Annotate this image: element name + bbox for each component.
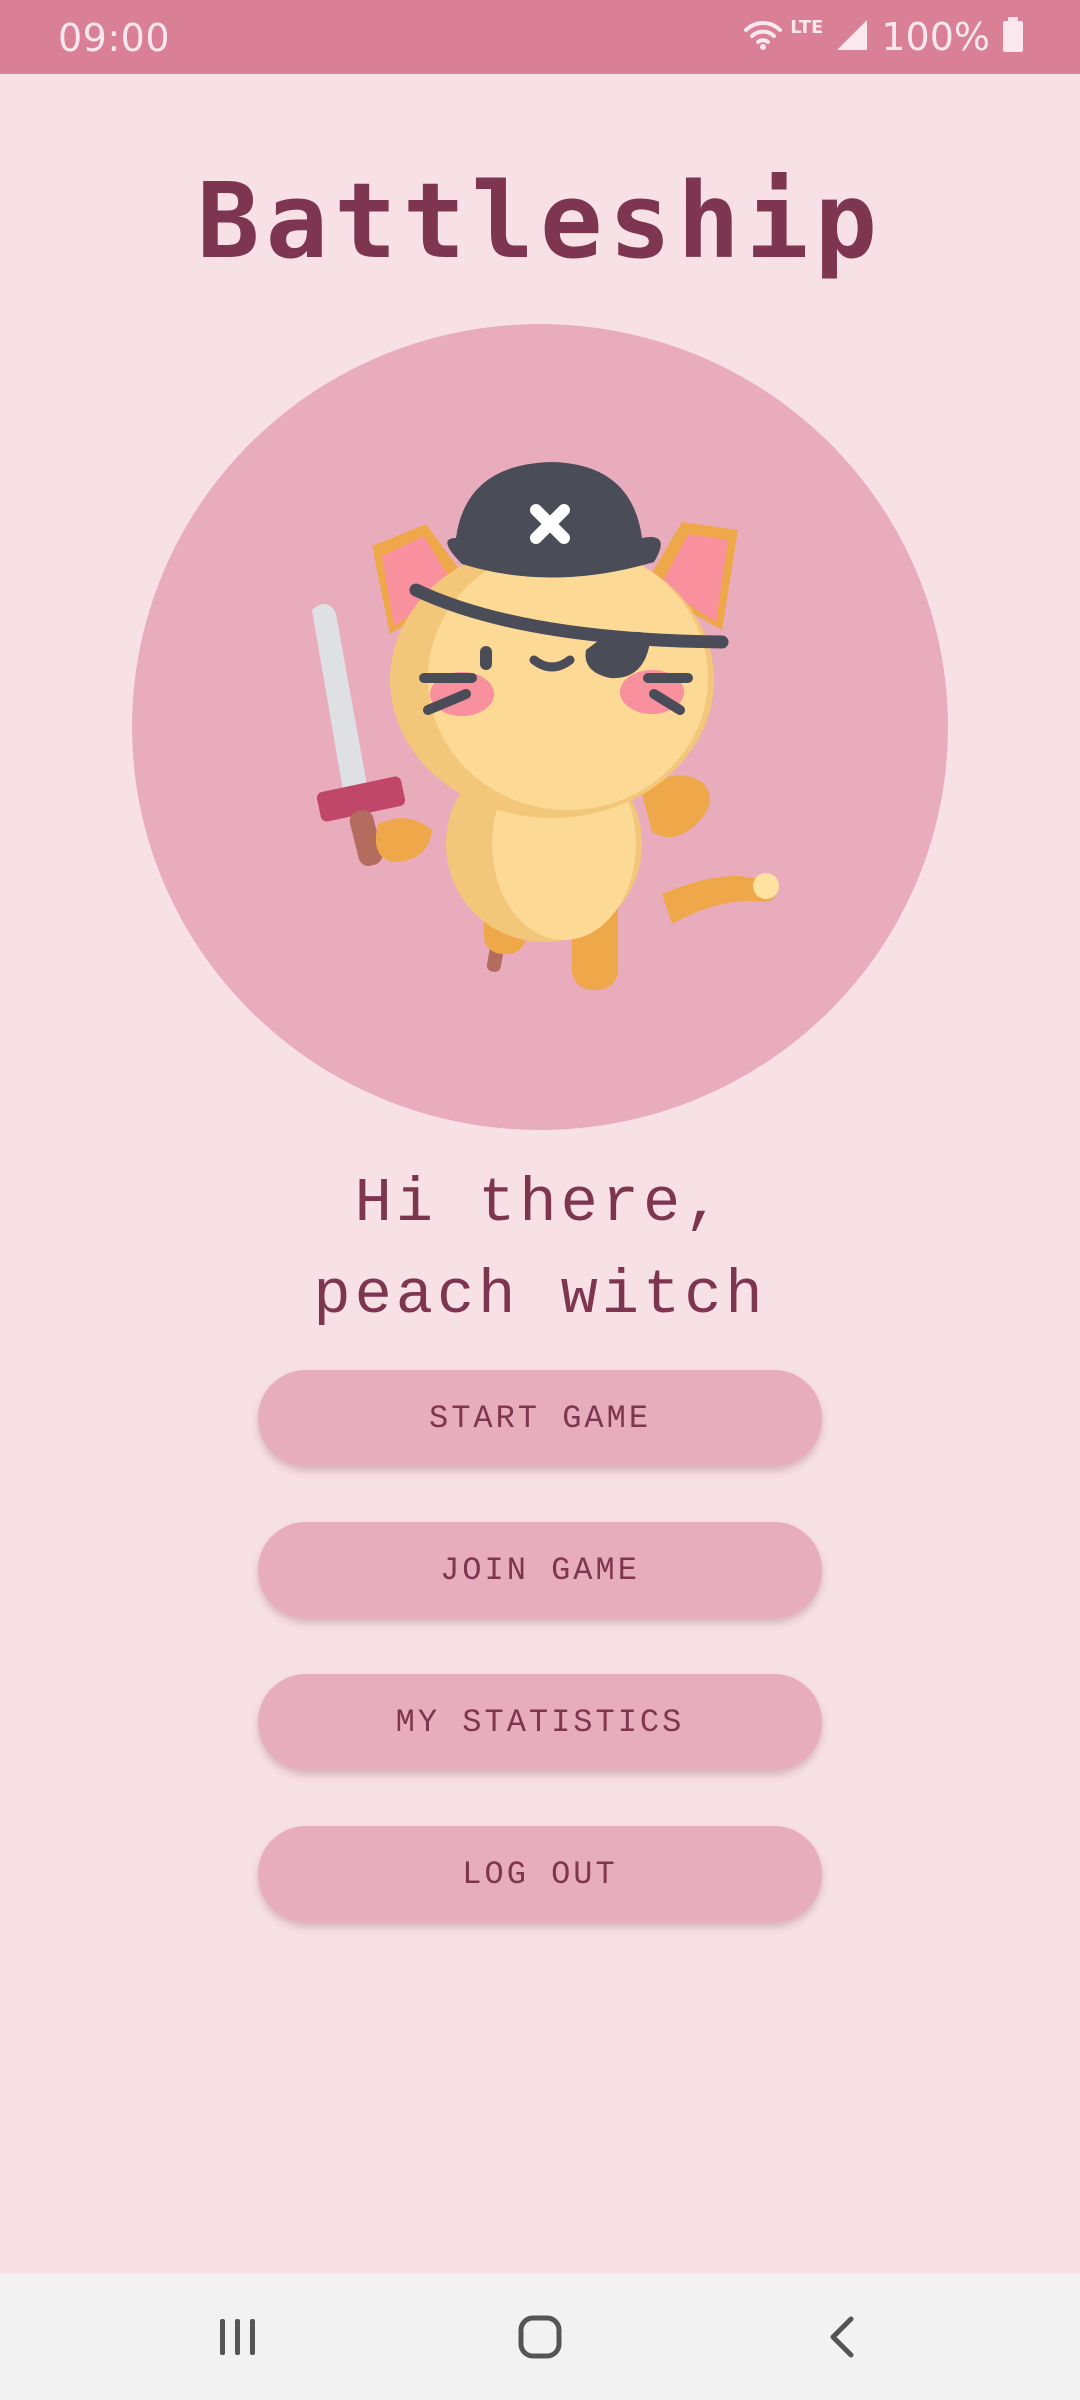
signal-icon <box>835 18 869 56</box>
network-type-label: LTE <box>790 16 824 38</box>
pirate-cat-icon <box>312 462 779 990</box>
home-button[interactable] <box>500 2304 580 2370</box>
app-title: Battleship <box>196 160 884 282</box>
battery-percentage: 100% <box>881 15 990 59</box>
back-icon <box>830 2316 854 2358</box>
greeting: Hi there, peach witch <box>0 1158 1080 1342</box>
main-menu: START GAME JOIN GAME MY STATISTICS LOG O… <box>258 1370 822 1978</box>
recent-apps-icon <box>220 2319 255 2355</box>
greeting-line-2: peach witch <box>313 1260 767 1331</box>
status-time: 09:00 <box>58 16 171 60</box>
wifi-icon <box>744 20 783 54</box>
battery-icon <box>1002 17 1024 57</box>
status-bar: 09:00 LTE 100% <box>0 0 1080 74</box>
recent-apps-button[interactable] <box>198 2304 278 2370</box>
join-game-button[interactable]: JOIN GAME <box>258 1522 822 1618</box>
my-statistics-button[interactable]: MY STATISTICS <box>258 1674 822 1770</box>
main-menu-screen: 09:00 LTE 100% Battleship Hi there, peac… <box>0 0 1080 2400</box>
greeting-line-1: Hi there, <box>354 1168 726 1239</box>
navigation-bar <box>0 2274 1080 2400</box>
back-button[interactable] <box>802 2304 882 2370</box>
log-out-button[interactable]: LOG OUT <box>258 1826 822 1922</box>
avatar <box>132 324 948 1130</box>
status-indicators: LTE 100% <box>744 14 1024 60</box>
start-game-button[interactable]: START GAME <box>258 1370 822 1466</box>
home-icon <box>518 2315 562 2359</box>
